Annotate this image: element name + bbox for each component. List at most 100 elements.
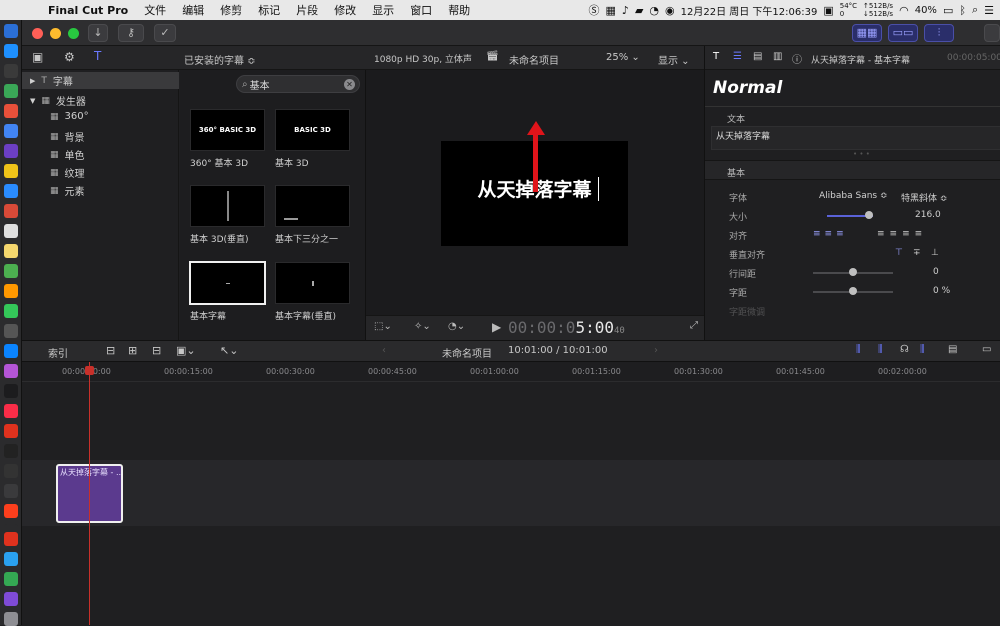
finder-icon[interactable]	[4, 24, 18, 38]
menu-view[interactable]: 显示	[364, 2, 402, 18]
clear-search-icon[interactable]: ✕	[344, 79, 355, 90]
sidebar-item-solids[interactable]: ▦ 单色	[50, 147, 85, 163]
info-icon[interactable]: ⓘ	[792, 51, 802, 66]
transform-icon[interactable]: ⬚⌄	[374, 321, 392, 332]
app-icon[interactable]	[4, 532, 18, 546]
align-bottom-icon[interactable]: ⊥	[931, 248, 939, 258]
search-icon[interactable]: ⌕	[972, 3, 978, 17]
wifi-icon[interactable]: ◠	[899, 4, 909, 17]
zoom-dropdown[interactable]: 25% ⌄	[606, 52, 640, 63]
sidebar-item-generators[interactable]: ▼ ▦ 发生器	[30, 93, 86, 109]
title-thumbnail[interactable]	[275, 262, 350, 304]
sidebar-item-360[interactable]: ▦ 360°	[50, 111, 89, 122]
close-window-button[interactable]	[32, 28, 43, 39]
forward-icon[interactable]: ›	[654, 345, 658, 356]
chrome-icon[interactable]	[4, 124, 18, 138]
justify-buttons[interactable]: ≡≡≡≡	[877, 229, 927, 239]
select-tool-icon[interactable]: ↖⌄	[220, 344, 238, 357]
terminal-icon[interactable]	[4, 444, 18, 458]
speedometer-icon[interactable]: ◔	[649, 4, 659, 17]
back-icon[interactable]: ‹	[382, 345, 386, 356]
grid-icon[interactable]: ▦	[606, 4, 616, 17]
basic-section-header[interactable]: 基本	[705, 160, 1000, 180]
final-cut-icon[interactable]	[4, 592, 18, 606]
rocket-icon[interactable]	[4, 64, 18, 78]
timecode-display[interactable]: 00:00:05:0040	[508, 318, 625, 337]
search-field[interactable]: ⌕ 基本 ✕	[236, 75, 360, 93]
title-thumbnail[interactable]	[190, 185, 265, 227]
view-options-dropdown[interactable]: 显示 ⌄	[658, 52, 690, 67]
tracking-value[interactable]: 0 %	[933, 286, 950, 296]
sidebar-item-backgrounds[interactable]: ▦ 背景	[50, 129, 85, 145]
titles-generators-icon[interactable]: T	[94, 49, 101, 63]
style-preset-name[interactable]: Normal	[713, 78, 782, 98]
title-inspector-icon[interactable]: ☰	[733, 51, 742, 62]
safari-icon[interactable]	[4, 44, 18, 58]
headphones-icon[interactable]: ☊	[900, 344, 909, 355]
title-thumbnail[interactable]: BASIC 3D	[275, 109, 350, 151]
menu-app[interactable]: Final Cut Pro	[40, 4, 136, 17]
trash-icon[interactable]	[4, 612, 18, 626]
text-inspector-icon[interactable]: T	[713, 51, 719, 62]
app-icon[interactable]	[4, 552, 18, 566]
bear-icon[interactable]: ◉	[665, 4, 675, 17]
sidebar-item-titles[interactable]: ▶ T 字幕	[22, 72, 179, 89]
background-tasks-button[interactable]: ✓	[154, 24, 176, 42]
clip-appearance-icon[interactable]: ▤	[948, 344, 957, 355]
display-icon[interactable]: ▣	[823, 4, 833, 17]
video-audio-toggle-icon[interactable]: ⫼	[856, 344, 861, 355]
menu-trim[interactable]: 修剪	[212, 2, 250, 18]
menu-edit[interactable]: 编辑	[174, 2, 212, 18]
app-icon[interactable]	[4, 104, 18, 118]
menu-file[interactable]: 文件	[136, 2, 174, 18]
font-style-dropdown[interactable]: 特黑斜体 ≎	[901, 191, 947, 204]
expander-icon[interactable]: ▶	[30, 77, 35, 85]
app-icon[interactable]	[4, 264, 18, 278]
connect-clip-icon[interactable]: ⊟	[106, 344, 115, 357]
activity-icon[interactable]	[4, 464, 18, 478]
s-app-icon[interactable]: Ⓢ	[589, 2, 600, 18]
app-icon[interactable]	[4, 204, 18, 218]
control-center-icon[interactable]: ☰	[984, 4, 994, 17]
notes-icon[interactable]	[4, 164, 18, 178]
audio-inspector-icon[interactable]: ▥	[773, 51, 782, 62]
video-inspector-icon[interactable]: ▤	[753, 51, 762, 62]
menu-window[interactable]: 窗口	[402, 2, 440, 18]
playhead[interactable]	[89, 362, 90, 625]
overwrite-clip-icon[interactable]: ▣⌄	[176, 344, 196, 357]
app-icon[interactable]	[4, 324, 18, 338]
photos-icon[interactable]	[4, 284, 18, 298]
insert-clip-icon[interactable]: ⊞	[128, 344, 137, 357]
search-input[interactable]: 基本	[250, 77, 270, 92]
font-family-dropdown[interactable]: Alibaba Sans ≎	[819, 191, 888, 201]
app-icon[interactable]	[4, 144, 18, 158]
align-top-icon[interactable]: ⊤	[895, 248, 903, 258]
alignment-buttons[interactable]: ≡≡≡	[813, 229, 848, 239]
yandex-icon[interactable]	[4, 504, 18, 518]
show-timeline-button[interactable]: ▭▭	[888, 24, 918, 42]
show-inspector-button[interactable]: ⫶	[924, 24, 954, 42]
import-button[interactable]: ↓	[88, 24, 108, 42]
messages-icon[interactable]	[4, 304, 18, 318]
keywords-button[interactable]: ⚷	[118, 24, 144, 42]
battery-percent[interactable]: 40%	[915, 5, 937, 16]
index-button[interactable]: 索引	[48, 345, 68, 360]
retime-icon[interactable]: ◔⌄	[448, 321, 465, 332]
menu-mark[interactable]: 标记	[250, 2, 288, 18]
playhead-handle[interactable]	[85, 366, 94, 375]
photos-audio-icon[interactable]: ▣	[32, 50, 43, 64]
app-icon[interactable]	[4, 184, 18, 198]
calendar-icon[interactable]	[4, 224, 18, 238]
fullscreen-icon[interactable]: ⤢	[690, 320, 698, 331]
resize-handle[interactable]: • • •	[853, 150, 870, 158]
append-clip-icon[interactable]: ⊟	[152, 344, 161, 357]
skimming-icon[interactable]: ⫼	[878, 344, 883, 355]
datetime[interactable]: 12月22日 周日 下午12:06:39	[681, 3, 818, 18]
app-icon[interactable]	[4, 484, 18, 498]
size-slider-knob[interactable]	[865, 211, 873, 219]
minimize-window-button[interactable]	[50, 28, 61, 39]
enhance-icon[interactable]: ✧⌄	[414, 321, 431, 332]
library-filter-dropdown[interactable]: 已安装的字幕 ≎	[184, 52, 256, 67]
title-thumbnail[interactable]: 360° BASIC 3D	[190, 109, 265, 151]
snapping-icon[interactable]: ⫼	[920, 344, 925, 355]
